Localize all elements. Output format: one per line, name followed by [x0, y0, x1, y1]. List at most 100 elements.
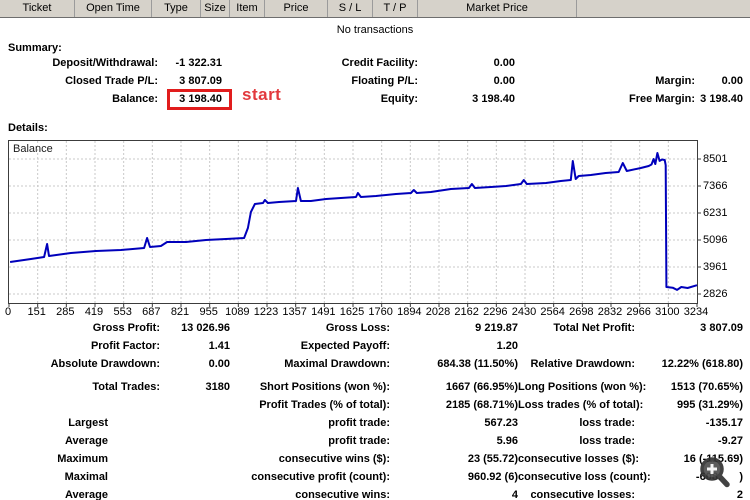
stat-label: Gross Profit:: [92, 322, 160, 334]
stat-value: 1513 (70.65%): [670, 381, 743, 393]
stat-value: 0.00: [208, 358, 230, 370]
y-axis-label: 2826: [703, 288, 728, 300]
stat-value: -9.27: [717, 435, 743, 447]
stat-label: loss trade:: [579, 417, 635, 429]
stat-value: 12.22% (618.80): [661, 358, 743, 370]
stat-row: Deposit/Withdrawal: -1 322.31 Credit Facil…: [0, 54, 750, 72]
y-axis-label: 6231: [703, 207, 728, 219]
column-header-type[interactable]: Type: [152, 0, 201, 17]
stat-label: Absolute Drawdown:: [50, 358, 160, 370]
stat-value: 23 (55.72): [467, 453, 518, 465]
stat-value: 995 (31.29%): [676, 399, 743, 411]
stat-label: Maximum: [57, 453, 108, 465]
stat-value: -135.17: [705, 417, 743, 429]
stat-value: 1.41: [208, 340, 230, 352]
stat-label: Margin:: [655, 75, 695, 87]
stat-value: 3 807.09: [700, 322, 743, 334]
column-header-open-time[interactable]: Open Time: [75, 0, 152, 17]
stat-label: Floating P/L:: [351, 75, 418, 87]
stat-value: 960.92 (6): [467, 471, 518, 483]
balance-chart: [8, 140, 701, 307]
stat-row: Profit Trades (% of total): 2185 (68.71%)…: [0, 396, 750, 414]
chart-series-label: Balance: [13, 143, 53, 155]
stat-label: Relative Drawdown:: [530, 358, 635, 370]
stat-label: Expected Payoff:: [300, 340, 390, 352]
stat-row: Gross Profit: 13 026.96 Gross Loss: 9 219.8…: [0, 319, 750, 337]
stat-row: Maximal consecutive profit (count): 960.92…: [0, 468, 750, 486]
stat-label: profit trade:: [328, 435, 390, 447]
column-header-size[interactable]: Size: [201, 0, 230, 17]
stat-row: Average consecutive wins: 4 consecutive los…: [0, 486, 750, 500]
stat-label: Deposit/Withdrawal:: [52, 57, 158, 69]
y-axis-label: 5096: [703, 234, 728, 246]
stat-value: 2185 (68.71%): [445, 399, 518, 411]
stat-label: profit trade:: [328, 417, 390, 429]
stat-label: consecutive loss (count):: [518, 471, 651, 483]
stat-value: 3180: [205, 381, 230, 393]
stat-row: Maximum consecutive wins ($): 23 (55.72) co…: [0, 450, 750, 468]
stat-value: 0.00: [493, 57, 515, 69]
stat-value: 4: [511, 489, 518, 500]
details-title: Details:: [8, 122, 48, 134]
orders-table-header: Ticket Open Time Type Size Item Price S / LT /…: [0, 0, 750, 18]
stat-value: 13 026.96: [181, 322, 230, 334]
empty-table-message: No transactions: [336, 24, 414, 36]
column-header-ticket[interactable]: Ticket: [0, 0, 75, 17]
stat-label: consecutive wins:: [295, 489, 390, 500]
stat-label: Equity:: [380, 93, 418, 105]
column-header-item[interactable]: Item: [230, 0, 265, 17]
stat-value: 0.00: [721, 75, 743, 87]
start-annotation: start: [242, 85, 282, 104]
stat-value: 567.23: [484, 417, 518, 429]
stat-label: Largest: [68, 417, 108, 429]
stat-label: Loss trades (% of total):: [518, 399, 644, 411]
stat-value: 5.96: [496, 435, 518, 447]
stat-value: 684.38 (11.50%): [437, 358, 518, 370]
stat-row: Closed Trade P/L: 3 807.09 Floating P/L: 0.…: [0, 72, 750, 90]
stat-label: Long Positions (won %):: [518, 381, 647, 393]
y-axis-label: 3961: [703, 261, 728, 273]
stat-value: 1667 (66.95%): [445, 381, 518, 393]
stat-row: Balance: 3 198.40 Equity: 3 198.40 Free Marg…: [0, 90, 750, 108]
stat-value: 9 219.87: [475, 322, 518, 334]
summary-title: Summary:: [8, 42, 62, 54]
stat-label: consecutive losses:: [530, 489, 635, 500]
stat-label: Free Margin:: [628, 93, 695, 105]
stat-value: 3 198.40: [700, 93, 743, 105]
stat-label: Maximal Drawdown:: [284, 358, 390, 370]
stat-label: consecutive wins ($):: [278, 453, 390, 465]
stat-label: consecutive profit (count):: [251, 471, 390, 483]
stat-label: loss trade:: [579, 435, 635, 447]
column-header-price[interactable]: Price: [265, 0, 328, 17]
stat-label: consecutive losses ($):: [518, 453, 640, 465]
stat-value: -1 322.31: [175, 57, 222, 69]
balance-curve: [9, 152, 698, 291]
y-axis-label: 8501: [703, 153, 728, 165]
stat-label: Maximal: [64, 471, 108, 483]
stat-label: Gross Loss:: [325, 322, 390, 334]
magnifier-zoom-icon: [700, 457, 730, 488]
column-header-t-p[interactable]: T / P: [373, 0, 418, 17]
column-header-market-price[interactable]: Market Price: [418, 0, 577, 17]
stat-label: Average: [64, 435, 108, 447]
y-axis-label: 7366: [703, 180, 728, 192]
stat-row: Absolute Drawdown: 0.00 Maximal Drawdown: 6…: [0, 355, 750, 373]
stat-label: Profit Factor:: [90, 340, 160, 352]
column-header-spacer: [577, 0, 750, 17]
stat-value: 3 807.09: [179, 75, 222, 87]
stat-row: Profit Factor: 1.41 Expected Payoff: 1.20: [0, 337, 750, 355]
stat-label: Total Trades:: [92, 381, 160, 393]
stat-label: Credit Facility:: [341, 57, 418, 69]
stat-row: Largest profit trade: 567.23 loss trade: -13…: [0, 414, 750, 432]
stat-value: 0.00: [493, 75, 515, 87]
start-balance-highlight-box: [167, 89, 232, 110]
stat-label: Short Positions (won %):: [259, 381, 390, 393]
stat-label: Total Net Profit:: [553, 322, 635, 334]
stat-value: 1.20: [496, 340, 518, 352]
stat-row: Average profit trade: 5.96 loss trade: -9.27: [0, 432, 750, 450]
column-header-s-l[interactable]: S / L: [328, 0, 373, 17]
x-axis-label: 3234: [683, 306, 709, 318]
account-statement: Ticket Open Time Type Size Item Price S / LT /…: [0, 0, 750, 500]
stat-label: Profit Trades (% of total):: [259, 399, 390, 411]
stat-label: Balance:: [112, 93, 158, 105]
